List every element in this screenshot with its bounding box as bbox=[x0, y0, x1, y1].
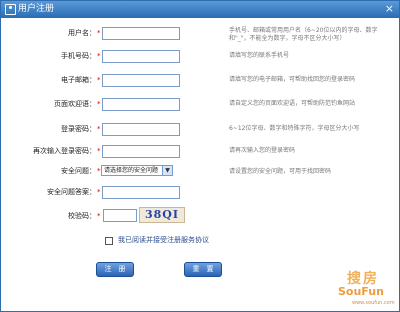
welcome-input[interactable] bbox=[102, 98, 180, 111]
security-answer-label: 安全问题答案： bbox=[47, 188, 96, 196]
password-label: 登录密码： bbox=[61, 125, 96, 133]
password-hint: 6~12位字母、数字和特殊字符，字母区分大小写 bbox=[229, 125, 360, 132]
confirm-password-input[interactable] bbox=[102, 145, 180, 158]
email-input[interactable] bbox=[102, 74, 180, 87]
security-answer-input[interactable] bbox=[102, 186, 180, 199]
captcha-label: 校验码： bbox=[68, 212, 96, 220]
soufun-watermark-url: www.soufun.com bbox=[352, 300, 395, 306]
required-marker: * bbox=[97, 212, 101, 220]
close-icon[interactable]: × bbox=[385, 2, 394, 16]
security-question-select[interactable]: 请选择您的安全问题 ▼ bbox=[101, 165, 173, 176]
reset-button[interactable]: 重 置 bbox=[184, 262, 222, 277]
password-input[interactable] bbox=[102, 123, 180, 136]
required-marker: * bbox=[97, 147, 101, 155]
phone-label: 手机号码： bbox=[61, 52, 96, 60]
required-marker: * bbox=[97, 125, 101, 133]
username-label: 用户名： bbox=[68, 29, 96, 37]
phone-input[interactable] bbox=[102, 50, 180, 63]
welcome-hint: 请自定义您的页面欢迎语，可帮助防范钓鱼网站 bbox=[229, 100, 356, 107]
agreement-link[interactable]: 我已阅读并接受注册服务协议 bbox=[118, 235, 209, 245]
captcha-input[interactable] bbox=[103, 209, 137, 222]
required-marker: * bbox=[97, 52, 101, 60]
confirm-password-label: 再次输入登录密码： bbox=[33, 147, 96, 155]
username-input[interactable] bbox=[102, 27, 180, 40]
required-marker: * bbox=[97, 76, 101, 84]
security-question-label: 安全问题： bbox=[61, 167, 96, 175]
phone-hint: 请填写您的联系手机号 bbox=[229, 52, 290, 59]
title-bar: 用户注册 × bbox=[1, 1, 399, 18]
user-icon bbox=[5, 4, 16, 15]
required-marker: * bbox=[97, 29, 101, 37]
required-marker: * bbox=[97, 100, 101, 108]
soufun-watermark-logo: SouFun bbox=[338, 285, 384, 298]
confirm-password-hint: 请再次输入您的登录密码 bbox=[229, 147, 296, 154]
username-hint: 手机号、邮箱或常用用户名（6~20位以内的字母、数字和"_"，不能全为数字，字母… bbox=[229, 27, 378, 42]
email-label: 电子邮箱： bbox=[61, 76, 96, 84]
agreement-checkbox[interactable] bbox=[105, 237, 113, 245]
welcome-label: 页面欢迎语： bbox=[54, 100, 96, 108]
captcha-image[interactable]: 38QI bbox=[139, 207, 185, 223]
security-question-value: 请选择您的安全问题 bbox=[104, 167, 159, 174]
required-marker: * bbox=[97, 167, 101, 175]
security-question-hint: 请设置您的安全问题，可用于找回密码 bbox=[229, 168, 332, 175]
register-button[interactable]: 注 册 bbox=[96, 262, 134, 277]
email-hint: 请填写您的电子邮箱，可帮助找回您的登录密码 bbox=[229, 76, 356, 83]
dialog-title: 用户注册 bbox=[18, 4, 55, 14]
required-marker: * bbox=[97, 188, 101, 196]
chevron-down-icon[interactable]: ▼ bbox=[162, 166, 172, 175]
